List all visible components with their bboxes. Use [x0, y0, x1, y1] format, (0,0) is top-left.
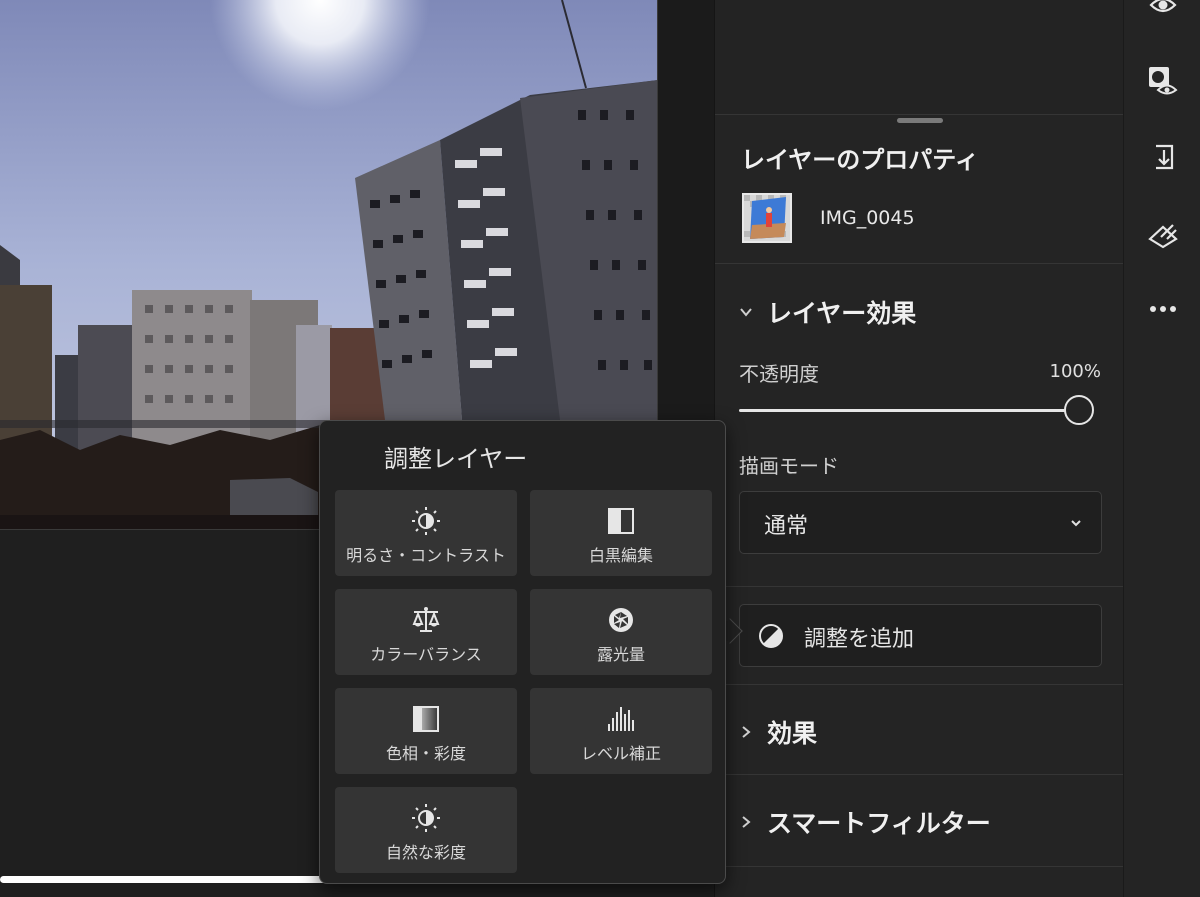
tile-label: 自然な彩度 — [385, 843, 466, 862]
divider — [715, 774, 1123, 775]
layer-name: IMG_0045 — [820, 207, 915, 229]
add-adjustment-button[interactable]: 調整を追加 — [739, 604, 1102, 667]
adjustment-icon — [759, 624, 783, 648]
tile-label: 色相・彩度 — [385, 744, 466, 763]
exposure-icon — [609, 608, 633, 632]
blend-mode-select[interactable]: 通常 — [739, 491, 1102, 554]
brightness-contrast-icon — [412, 507, 440, 535]
tile-levels[interactable]: レベル補正 — [530, 688, 712, 774]
smart-filters-header[interactable]: スマートフィルター — [739, 804, 991, 840]
layer-effects-header[interactable]: レイヤー効果 — [739, 294, 916, 330]
panel-drag-handle[interactable] — [897, 118, 943, 123]
chevron-right-icon — [742, 816, 751, 828]
opacity-slider-track[interactable] — [739, 409, 1069, 412]
opacity-value: 100% — [1049, 361, 1101, 382]
tile-label: カラーバランス — [370, 645, 482, 664]
opacity-slider-knob[interactable] — [1064, 395, 1094, 425]
black-white-icon — [608, 508, 634, 534]
levels-icon — [608, 707, 634, 731]
adjustment-layer-popover: 調整レイヤー 明るさ・コントラスト 白黒編集 カラーバランス 露光量 色相・彩度… — [319, 420, 726, 884]
add-adjustment-label: 調整を追加 — [804, 627, 915, 652]
color-balance-icon — [412, 607, 440, 632]
chevron-right-icon — [742, 726, 751, 738]
layer-thumbnail[interactable] — [742, 193, 792, 243]
vibrance-icon — [412, 804, 440, 832]
opacity-label: 不透明度 — [739, 362, 819, 386]
layer-effects-label: レイヤー効果 — [767, 299, 917, 328]
divider — [715, 684, 1123, 685]
tile-label: 露光量 — [596, 645, 645, 664]
divider — [715, 866, 1123, 867]
effects-header[interactable]: 効果 — [739, 714, 817, 750]
clear-layer-icon[interactable] — [1144, 216, 1182, 254]
layers-panel-area — [715, 0, 1123, 114]
tile-black-white[interactable]: 白黒編集 — [530, 490, 712, 576]
blend-mode-label: 描画モード — [739, 454, 839, 478]
import-layer-icon[interactable] — [1144, 138, 1182, 176]
tile-hue-saturation[interactable]: 色相・彩度 — [335, 688, 517, 774]
right-toolbar — [1123, 0, 1200, 897]
divider — [715, 586, 1123, 587]
tile-label: 白黒編集 — [588, 546, 653, 565]
chevron-down-icon — [740, 308, 752, 317]
divider — [715, 263, 1123, 264]
tile-vibrance[interactable]: 自然な彩度 — [335, 787, 517, 873]
tile-brightness-contrast[interactable]: 明るさ・コントラスト — [335, 490, 517, 576]
tile-color-balance[interactable]: カラーバランス — [335, 589, 517, 675]
mask-visibility-icon[interactable] — [1144, 62, 1182, 100]
chevron-down-icon — [1071, 520, 1081, 527]
tile-label: 明るさ・コントラスト — [346, 546, 506, 565]
tile-label: レベル補正 — [580, 744, 661, 763]
divider — [715, 114, 1123, 115]
properties-title: レイヤーのプロパティ — [741, 146, 979, 174]
hue-saturation-icon — [413, 706, 439, 732]
properties-panel: レイヤーのプロパティ IMG_0045 レイヤー効果 不透明度 100% 描画モ… — [714, 0, 1123, 897]
tile-exposure[interactable]: 露光量 — [530, 589, 712, 675]
blend-mode-value: 通常 — [764, 514, 809, 539]
popover-title: 調整レイヤー — [384, 445, 528, 473]
visibility-eye-icon[interactable] — [1144, 0, 1182, 24]
more-options-icon[interactable] — [1144, 290, 1182, 328]
effects-label: 効果 — [767, 719, 818, 748]
smart-filters-label: スマートフィルター — [767, 809, 991, 838]
